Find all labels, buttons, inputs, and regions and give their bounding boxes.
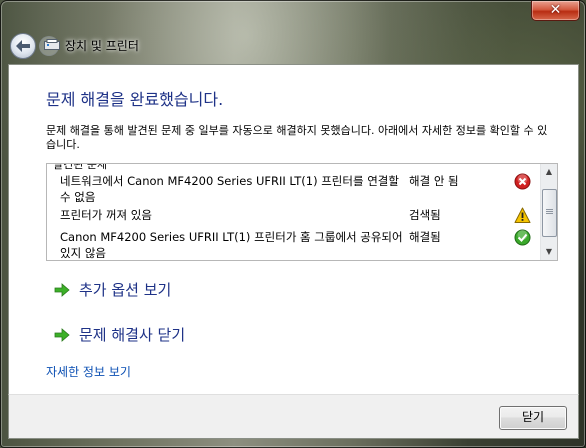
scroll-thumb[interactable] [542, 189, 557, 237]
issue-message: Canon MF4200 Series UFRII LT(1) 프린터가 홈 그… [60, 230, 403, 260]
window-close-button[interactable]: ✕ [531, 1, 580, 21]
issue-row-1: 네트워크에서 Canon MF4200 Series UFRII LT(1) 프… [47, 173, 540, 205]
issue-message: 프린터가 꺼져 있음 [60, 208, 152, 222]
warning-icon [514, 207, 531, 223]
close-icon: ✕ [549, 2, 562, 18]
page-description: 문제 해결을 통해 발견된 문제 중 일부를 자동으로 해결하지 못했습니다. … [46, 124, 548, 151]
issue-row-3: Canon MF4200 Series UFRII LT(1) 프린터가 홈 그… [47, 229, 540, 260]
option-label: 문제 해결사 닫기 [79, 326, 186, 344]
view-details-link[interactable]: 자세한 정보 보기 [46, 363, 131, 380]
issue-status: 해결됨 [409, 230, 441, 244]
option-label: 추가 옵션 보기 [79, 281, 172, 299]
back-arrow-icon [16, 40, 30, 52]
check-icon [514, 229, 531, 246]
issue-message: 네트워크에서 Canon MF4200 Series UFRII LT(1) 프… [60, 174, 399, 204]
back-button[interactable] [10, 33, 36, 59]
green-arrow-icon [54, 328, 70, 342]
devices-printers-icon [44, 39, 60, 50]
green-arrow-icon [54, 283, 70, 297]
window-title: 장치 및 프린터 [65, 39, 139, 53]
issue-status: 검색됨 [409, 208, 441, 222]
page-heading: 문제 해결을 완료했습니다. [46, 90, 224, 109]
scroll-up-icon[interactable]: ▲ [541, 164, 557, 180]
scroll-down-icon[interactable]: ▼ [541, 244, 557, 260]
issues-list[interactable]: 발견된 문제 네트워크에서 Canon MF4200 Series UFRII … [46, 163, 558, 261]
error-icon [514, 173, 531, 190]
footer-bar [8, 394, 579, 439]
close-button[interactable]: 닫기 [499, 406, 567, 430]
issue-status: 해결 안 됨 [409, 174, 459, 188]
issues-list-header: 발견된 문제 [53, 163, 108, 171]
issues-scrollbar[interactable]: ▲ ▼ [540, 164, 557, 260]
issue-row-2: 프린터가 꺼져 있음 검색됨 [47, 207, 540, 225]
